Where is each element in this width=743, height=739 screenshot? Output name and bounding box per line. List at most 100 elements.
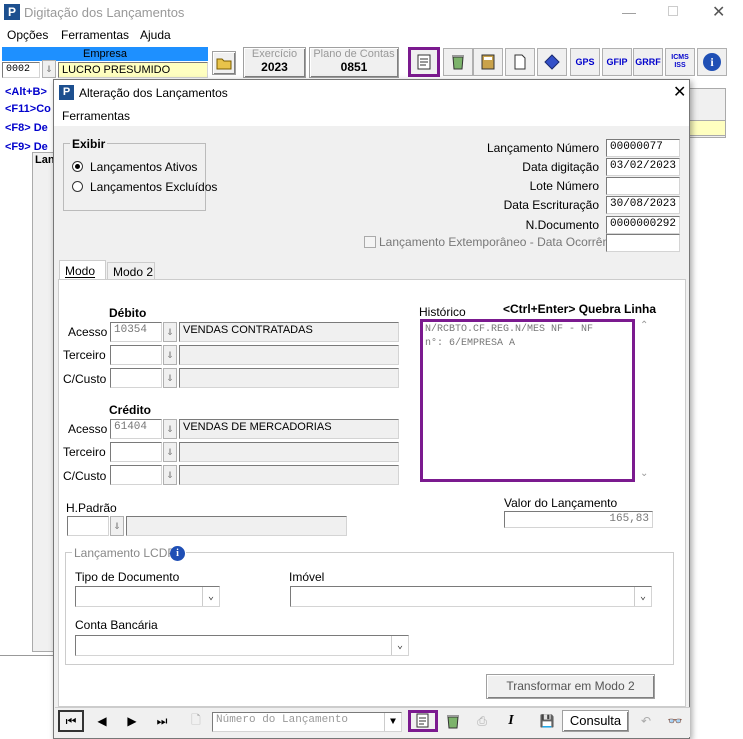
recycle-button[interactable]: [443, 48, 473, 76]
hpadrao-lookup[interactable]: ⇓: [110, 516, 124, 536]
conta-bancaria-label: Conta Bancária: [75, 618, 158, 632]
navigate-button[interactable]: [537, 48, 567, 76]
data-escrituracao-field[interactable]: 30/08/2023: [606, 196, 680, 214]
empresa-header: Empresa: [2, 47, 208, 61]
menu-ferramentas[interactable]: Ferramentas: [61, 28, 129, 42]
italic-button[interactable]: I: [498, 710, 524, 732]
lote-label: Lote Número: [529, 179, 599, 193]
menu-ajuda[interactable]: Ajuda: [140, 28, 171, 42]
data-digitacao-field[interactable]: 03/02/2023: [606, 158, 680, 176]
first-record-button[interactable]: ⏮: [58, 710, 84, 732]
valor-field[interactable]: 165,83: [504, 511, 653, 528]
page-button[interactable]: 🗋: [183, 710, 209, 732]
grrf-button[interactable]: GRRF: [633, 48, 663, 76]
exercicio-box: Exercício 2023: [243, 47, 306, 78]
bg-right-field: [686, 120, 726, 136]
tools-button[interactable]: [473, 48, 503, 76]
documento-field[interactable]: 0000000292: [606, 216, 680, 234]
tipo-documento-select[interactable]: ⌄: [75, 586, 220, 607]
app-icon: P: [4, 4, 20, 20]
numero-lancamento-placeholder: Número do Lançamento: [216, 714, 349, 726]
binoculars-icon: 👓: [667, 714, 683, 728]
next-record-button[interactable]: ▶: [119, 710, 145, 732]
conta-bancaria-select[interactable]: ⌄: [75, 635, 409, 656]
minimize-icon[interactable]: —: [622, 4, 636, 20]
debito-terceiro-desc: [179, 345, 399, 365]
print-button[interactable]: ⎙: [469, 710, 495, 732]
credito-acesso-field[interactable]: 61404: [110, 419, 162, 439]
recycle-bin-icon: [447, 715, 459, 729]
debito-acesso-field[interactable]: 10354: [110, 322, 162, 342]
info-button[interactable]: i: [697, 48, 727, 76]
bg-bottom-border: [0, 655, 55, 656]
lcdpr-title: Lançamento LCDPR: [72, 546, 187, 560]
radio-ativos[interactable]: [72, 161, 83, 172]
exibir-group: [63, 143, 206, 211]
credito-acesso-desc: VENDAS DE MERCADORIAS: [179, 419, 399, 439]
edit-entries-button[interactable]: [408, 47, 440, 77]
undo-button[interactable]: ↶: [633, 710, 659, 732]
printer-icon: ⎙: [477, 713, 487, 728]
chevron-down-icon: ⌄: [202, 587, 219, 606]
consulta-button[interactable]: Consulta: [562, 710, 629, 732]
credito-ccusto-desc: [179, 465, 399, 485]
calculator-icon: [481, 54, 495, 70]
credito-acesso-lookup[interactable]: ⇓: [163, 419, 177, 439]
shortcut-f11: <F11>Co: [5, 103, 51, 115]
extemporaneo-field[interactable]: [606, 234, 680, 252]
debito-ccusto-field[interactable]: [110, 368, 162, 388]
debito-terceiro-lookup[interactable]: ⇓: [163, 345, 177, 365]
search-button[interactable]: 👓: [662, 710, 688, 732]
recycle-bin-icon: [452, 55, 464, 70]
tab-modo-2[interactable]: Modo 2: [107, 262, 155, 280]
credito-ccusto-lookup[interactable]: ⇓: [163, 465, 177, 485]
dialog-menu-ferramentas[interactable]: Ferramentas: [62, 109, 130, 123]
empresa-lookup-button[interactable]: ⇓: [42, 60, 56, 78]
empresa-code-field[interactable]: 0002: [2, 62, 40, 78]
credito-terceiro-field[interactable]: [110, 442, 162, 462]
gfip-button[interactable]: GFIP: [602, 48, 632, 76]
debito-ccusto-lookup[interactable]: ⇓: [163, 368, 177, 388]
next-icon: ▶: [127, 714, 137, 728]
lancamento-numero-field[interactable]: 00000077: [606, 139, 680, 157]
prev-icon: ◀: [97, 714, 107, 728]
last-record-icon: ⏭: [156, 713, 168, 728]
imovel-select[interactable]: ⌄: [290, 586, 652, 607]
new-document-button[interactable]: [505, 48, 535, 76]
historico-textarea[interactable]: N/RCBTO.CF.REG.N/MES NF - NF n°: 6/EMPRE…: [420, 319, 635, 482]
valor-label: Valor do Lançamento: [504, 496, 618, 510]
open-folder-button[interactable]: [212, 51, 236, 75]
chevron-down-icon: ⌄: [634, 587, 651, 606]
credito-ccusto-field[interactable]: [110, 465, 162, 485]
lcdpr-info-icon[interactable]: i: [170, 546, 185, 561]
dialog-menubar: [54, 106, 689, 126]
save-button[interactable]: 💾: [534, 710, 560, 732]
historico-scroll-down-icon[interactable]: ⌄: [640, 468, 648, 479]
close-icon[interactable]: ✕: [712, 2, 725, 22]
lote-field[interactable]: [606, 177, 680, 195]
historico-hint: <Ctrl+Enter> Quebra Linha: [503, 302, 657, 316]
document-edit-icon: [416, 713, 429, 728]
gps-button[interactable]: GPS: [570, 48, 600, 76]
historico-scroll-up-icon[interactable]: ⌃: [640, 320, 648, 331]
delete-record-button[interactable]: [440, 710, 466, 732]
icms-iss-button[interactable]: ICMS ISS: [665, 48, 695, 76]
prev-record-button[interactable]: ◀: [89, 710, 115, 732]
transformar-button[interactable]: Transformar em Modo 2: [486, 674, 655, 699]
radio-excluidos[interactable]: [72, 181, 83, 192]
debito-terceiro-field[interactable]: [110, 345, 162, 365]
debito-acesso-lookup[interactable]: ⇓: [163, 322, 177, 342]
menu-opcoes[interactable]: Opções: [7, 28, 48, 42]
edit-record-button[interactable]: [408, 710, 438, 732]
last-record-button[interactable]: ⏭: [149, 710, 175, 732]
extemporaneo-checkbox[interactable]: [364, 236, 376, 248]
tab-modo-2-label: Modo 2: [113, 265, 154, 279]
dialog-close-icon[interactable]: ✕: [673, 82, 686, 102]
numero-lancamento-combo[interactable]: Número do Lançamento ▼: [212, 712, 402, 732]
credito-terceiro-lookup[interactable]: ⇓: [163, 442, 177, 462]
tab-modo-1[interactable]: Modo 1: [59, 260, 106, 292]
maximize-icon[interactable]: [668, 6, 678, 16]
chevron-down-icon: ▼: [384, 713, 401, 731]
hpadrao-field[interactable]: [67, 516, 109, 536]
radio-ativos-label: Lançamentos Ativos: [90, 160, 198, 174]
